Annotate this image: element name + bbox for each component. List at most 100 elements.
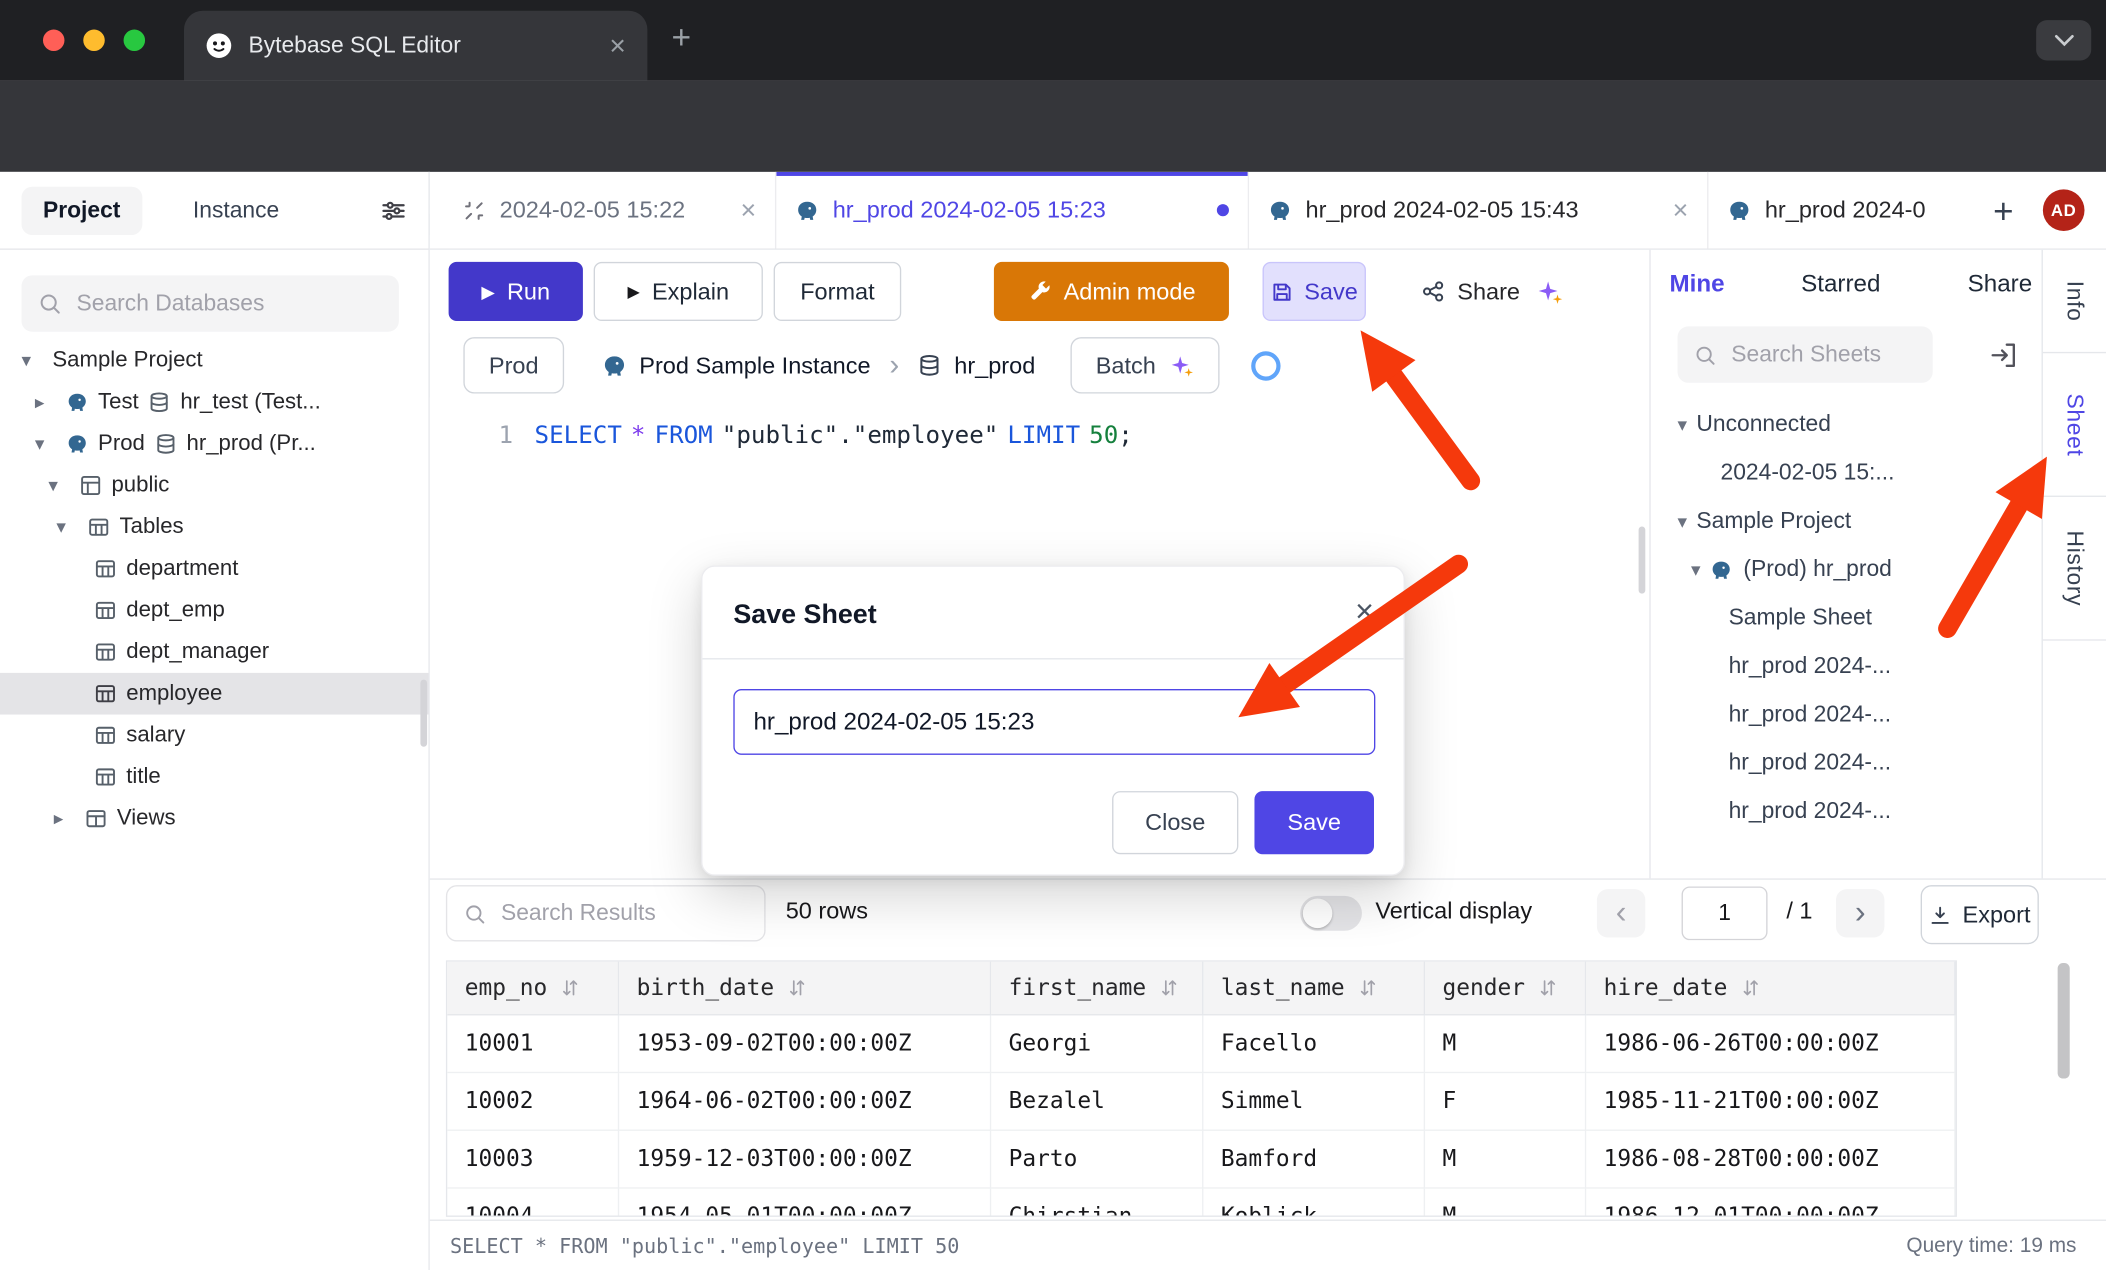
- side-tab-history[interactable]: History: [2043, 497, 2106, 641]
- save-button[interactable]: Save: [1263, 262, 1366, 321]
- editor-tab-4[interactable]: hr_prod 2024-0: [1708, 172, 1974, 249]
- new-tab-button[interactable]: +: [672, 21, 692, 55]
- tree-item-tables[interactable]: ▾ Tables: [0, 506, 428, 548]
- expander-icon[interactable]: ▾: [48, 474, 69, 497]
- table-header-cell[interactable]: hire_date: [1586, 962, 1955, 1016]
- tree-item-title[interactable]: title: [0, 756, 428, 798]
- dialog-close-button[interactable]: Close: [1112, 791, 1238, 854]
- tree-item-dept-emp[interactable]: dept_emp: [0, 590, 428, 632]
- tree-item-dept-manager[interactable]: dept_manager: [0, 631, 428, 673]
- database-name[interactable]: hr_prod: [954, 351, 1035, 379]
- sheet-connection[interactable]: ▾ (Prod) hr_prod: [1651, 545, 2042, 593]
- tree-item-public[interactable]: ▾ public: [0, 465, 428, 507]
- dialog-save-button[interactable]: Save: [1254, 791, 1374, 854]
- prev-page-button[interactable]: ‹: [1597, 889, 1645, 937]
- sheet-search[interactable]: [1678, 326, 1933, 382]
- expander-icon[interactable]: ▾: [35, 432, 56, 455]
- format-button[interactable]: Format: [774, 262, 902, 321]
- expander-icon[interactable]: ▾: [1678, 512, 1687, 531]
- table-header-cell[interactable]: first_name: [991, 962, 1203, 1016]
- sheet-item[interactable]: hr_prod 2024-...: [1651, 739, 2042, 787]
- editor-tab-3[interactable]: hr_prod 2024-02-05 15:43 ×: [1249, 172, 1708, 249]
- share-label: Share: [1457, 277, 1520, 305]
- dialog-close-icon[interactable]: ×: [1355, 596, 1374, 628]
- new-query-tab-button[interactable]: +: [1993, 193, 2013, 228]
- tree-item-employee[interactable]: employee: [0, 673, 428, 715]
- expander-icon[interactable]: ▾: [1678, 415, 1687, 434]
- window-close-button[interactable]: [43, 30, 64, 51]
- expander-icon[interactable]: ▾: [1691, 560, 1700, 579]
- window-minimize-button[interactable]: [83, 30, 104, 51]
- user-avatar[interactable]: AD: [2043, 189, 2085, 231]
- tree-item-sample-project[interactable]: ▾ Sample Project: [0, 340, 428, 382]
- instance-name[interactable]: Prod Sample Instance: [639, 351, 870, 379]
- results-search[interactable]: [446, 885, 766, 941]
- tab-close-icon[interactable]: ×: [1659, 197, 1688, 224]
- sort-icon: [1741, 978, 1761, 998]
- expander-icon[interactable]: ▸: [54, 807, 75, 830]
- tree-item-views[interactable]: ▸ Views: [0, 798, 428, 840]
- postgres-icon: [602, 353, 628, 379]
- tab-close-icon[interactable]: ×: [609, 32, 625, 60]
- table-header-cell[interactable]: emp_no: [447, 962, 619, 1016]
- next-page-button[interactable]: ›: [1836, 889, 1884, 937]
- export-button[interactable]: Export: [1921, 885, 2039, 944]
- expander-icon[interactable]: ▾: [56, 516, 77, 539]
- tree-label: Tables: [120, 514, 184, 540]
- sheet-tab-share[interactable]: Share: [1968, 269, 2033, 297]
- import-sheet-icon[interactable]: [1989, 341, 2017, 369]
- table-header-cell[interactable]: last_name: [1203, 962, 1425, 1016]
- side-tab-info[interactable]: Info: [2043, 250, 2106, 353]
- window-zoom-button[interactable]: [124, 30, 145, 51]
- page-input[interactable]: [1682, 886, 1768, 940]
- sheet-tab-starred[interactable]: Starred: [1801, 269, 1880, 297]
- database-search[interactable]: [21, 275, 398, 331]
- connection-label: (Prod) hr_prod: [1743, 556, 1891, 583]
- expander-icon[interactable]: ▾: [21, 349, 42, 372]
- tab-project[interactable]: Project: [21, 186, 141, 234]
- sheet-search-input[interactable]: [1729, 340, 1917, 370]
- sheet-tab-mine[interactable]: Mine: [1669, 269, 1724, 297]
- editor-tab-unconnected[interactable]: 2024-02-05 15:22 ×: [443, 172, 776, 249]
- sidebar-resize-handle[interactable]: [420, 680, 427, 747]
- group-label: Sample Project: [1696, 508, 1851, 535]
- panel-resize-handle[interactable]: [1639, 526, 1646, 593]
- sheet-item[interactable]: hr_prod 2024-...: [1651, 787, 2042, 835]
- tab-search-button[interactable]: [2036, 20, 2091, 60]
- sheet-item[interactable]: hr_prod 2024-...: [1651, 690, 2042, 738]
- admin-mode-button[interactable]: Admin mode: [994, 262, 1229, 321]
- batch-button[interactable]: Batch: [1070, 337, 1219, 393]
- table-header-cell[interactable]: birth_date: [619, 962, 991, 1016]
- browser-tab[interactable]: Bytebase SQL Editor ×: [184, 11, 647, 81]
- environment-chip[interactable]: Prod: [463, 337, 564, 393]
- share-button[interactable]: Share: [1413, 262, 1571, 321]
- tab-close-icon[interactable]: ×: [727, 197, 756, 224]
- sheet-item-sample-sheet[interactable]: Sample Sheet ⋯: [1651, 594, 2042, 642]
- sheet-item[interactable]: hr_prod 2024-...: [1651, 642, 2042, 690]
- connection-status-icon[interactable]: [1249, 349, 1283, 383]
- page-total: / 1: [1786, 897, 1812, 925]
- expander-icon[interactable]: ▸: [35, 391, 56, 414]
- tab-instance[interactable]: Instance: [171, 186, 300, 234]
- tree-item-department[interactable]: department: [0, 548, 428, 590]
- run-button[interactable]: ▶ Run: [449, 262, 583, 321]
- sheet-group-sample-project[interactable]: ▾ Sample Project: [1651, 497, 2042, 545]
- results-search-input[interactable]: [498, 899, 748, 929]
- sheet-item[interactable]: 2024-02-05 15:...: [1651, 449, 2042, 497]
- results-scrollbar[interactable]: [2058, 963, 2070, 1079]
- table-cell: Simmel: [1203, 1073, 1425, 1131]
- bytebase-favicon: [205, 32, 232, 59]
- editor-tab-active[interactable]: hr_prod 2024-02-05 15:23: [776, 172, 1249, 249]
- table-header-cell[interactable]: gender: [1425, 962, 1586, 1016]
- tree-item-prod[interactable]: ▾ Prod hr_prod (Pr...: [0, 423, 428, 465]
- search-icon: [1694, 343, 1717, 366]
- tree-item-salary[interactable]: salary: [0, 715, 428, 757]
- filter-sliders-icon[interactable]: [380, 197, 407, 224]
- tree-item-test[interactable]: ▸ Test hr_test (Test...: [0, 381, 428, 423]
- explain-button[interactable]: ▶ Explain: [594, 262, 763, 321]
- side-tab-sheet[interactable]: Sheet: [2043, 353, 2106, 497]
- sheet-group-unconnected[interactable]: ▾ Unconnected: [1651, 400, 2042, 448]
- vertical-display-toggle[interactable]: [1300, 896, 1362, 931]
- sheet-name-input[interactable]: [733, 689, 1375, 755]
- database-search-input[interactable]: [74, 289, 383, 319]
